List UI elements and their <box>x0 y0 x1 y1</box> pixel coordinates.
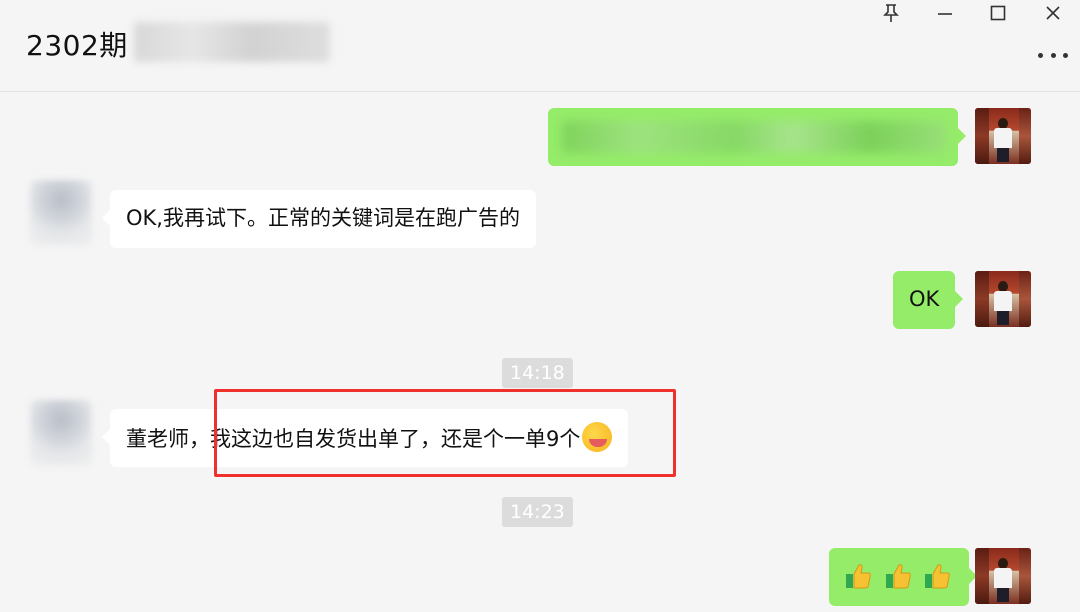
outgoing-message-bubble[interactable] <box>548 108 966 166</box>
timestamp: 14:23 <box>502 497 573 527</box>
blurred-title-suffix <box>134 22 330 62</box>
contact-avatar[interactable] <box>30 180 92 246</box>
title-bar: 2302期 <box>0 0 1080 92</box>
thumbs-up-icon <box>885 564 911 589</box>
thumbs-up-icon <box>925 564 951 589</box>
my-avatar[interactable] <box>975 548 1031 604</box>
outgoing-message-bubble[interactable] <box>829 548 978 606</box>
pin-icon[interactable] <box>873 0 909 26</box>
minimize-icon[interactable] <box>927 0 963 26</box>
incoming-message-bubble[interactable]: OK,我再试下。正常的关键词是在跑广告的 <box>102 190 536 248</box>
timestamp: 14:18 <box>502 358 573 388</box>
close-icon[interactable] <box>1035 0 1071 26</box>
contact-avatar[interactable] <box>30 400 92 466</box>
more-dots-icon[interactable] <box>1038 48 1068 62</box>
message-text: OK,我再试下。正常的关键词是在跑广告的 <box>126 206 520 230</box>
blurred-message-content <box>562 121 946 153</box>
my-avatar[interactable] <box>975 271 1031 327</box>
outgoing-message-bubble[interactable]: OK <box>893 271 964 329</box>
highlight-box <box>214 389 676 477</box>
message-text: OK <box>909 287 940 311</box>
thumbs-up-icon <box>846 564 871 589</box>
chat-title: 2302期 <box>26 29 128 62</box>
my-avatar[interactable] <box>975 108 1031 164</box>
maximize-icon[interactable] <box>980 0 1016 26</box>
